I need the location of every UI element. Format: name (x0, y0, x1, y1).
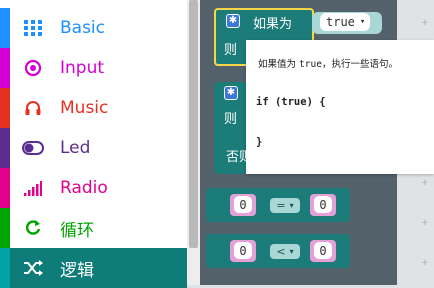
grid-marker: + (421, 18, 429, 28)
operator-value: < (276, 245, 286, 258)
tooltip-code-line-2: } (256, 136, 263, 148)
grid-icon (20, 18, 46, 38)
then-label: 则 (224, 112, 238, 127)
boolean-dropdown[interactable]: true ▾ (320, 13, 370, 31)
tooltip-description: 如果值为 true，执行一些语句。 (258, 56, 422, 70)
signal-bars-icon (20, 178, 46, 198)
category-label-radio: Radio (60, 178, 108, 198)
category-label-logic: 逻辑 (60, 260, 94, 281)
left-number-field[interactable]: 0 (234, 196, 252, 213)
block-help-tooltip: 如果值为 true，执行一些语句。 if (true) { } (246, 40, 434, 174)
tooltip-desc-code: true (299, 59, 322, 70)
category-label-basic: Basic (60, 18, 106, 38)
right-number-field[interactable]: 0 (314, 242, 332, 259)
category-label-music: Music (60, 98, 109, 118)
category-basic[interactable]: Basic (0, 8, 187, 48)
tooltip-code-line-1: if (true) { (256, 96, 326, 108)
chevron-down-icon: ▾ (289, 201, 294, 210)
target-icon (20, 58, 46, 78)
tooltip-desc-prefix: 如果值为 (258, 59, 297, 70)
gear-icon[interactable]: ✱ (226, 14, 240, 28)
toggle-icon (20, 138, 46, 158)
category-label-input: Input (60, 58, 105, 78)
grid-marker: + (421, 258, 429, 268)
chevron-down-icon: ▾ (359, 17, 366, 27)
refresh-icon (20, 218, 46, 238)
compare-less-than-block[interactable]: 0 < ▾ 0 (206, 234, 350, 268)
chevron-down-icon: ▾ (289, 247, 294, 256)
operator-dropdown[interactable]: = ▾ (270, 198, 300, 213)
category-input[interactable]: Input (0, 48, 187, 88)
operator-dropdown[interactable]: < ▾ (270, 244, 300, 259)
gear-icon[interactable]: ✱ (224, 86, 238, 100)
category-logic[interactable]: 逻辑 (0, 248, 187, 288)
shuffle-icon (20, 258, 46, 278)
tooltip-desc-suffix: ，执行一些语句。 (321, 59, 398, 70)
category-loops[interactable]: 循环 (0, 208, 187, 248)
left-number-field[interactable]: 0 (234, 242, 252, 259)
operator-value: = (276, 199, 286, 212)
category-label-led: Led (60, 138, 91, 158)
toolbox-scrollbar-thumb[interactable] (189, 0, 198, 248)
category-music[interactable]: Music (0, 88, 187, 128)
category-radio[interactable]: Radio (0, 168, 187, 208)
compare-equal-block[interactable]: 0 = ▾ 0 (206, 188, 350, 222)
if-label: 如果为 (253, 17, 293, 32)
toolbox-sidebar: Basic Input Music Led Radio 循环 逻辑 (0, 0, 187, 288)
grid-marker: + (421, 178, 429, 188)
headphones-icon (20, 98, 46, 118)
category-label-loops: 循环 (60, 220, 94, 241)
grid-marker: + (421, 218, 429, 228)
right-number-field[interactable]: 0 (314, 196, 332, 213)
dropdown-value: true (326, 15, 355, 29)
category-led[interactable]: Led (0, 128, 187, 168)
then-label: 则 (224, 43, 238, 58)
